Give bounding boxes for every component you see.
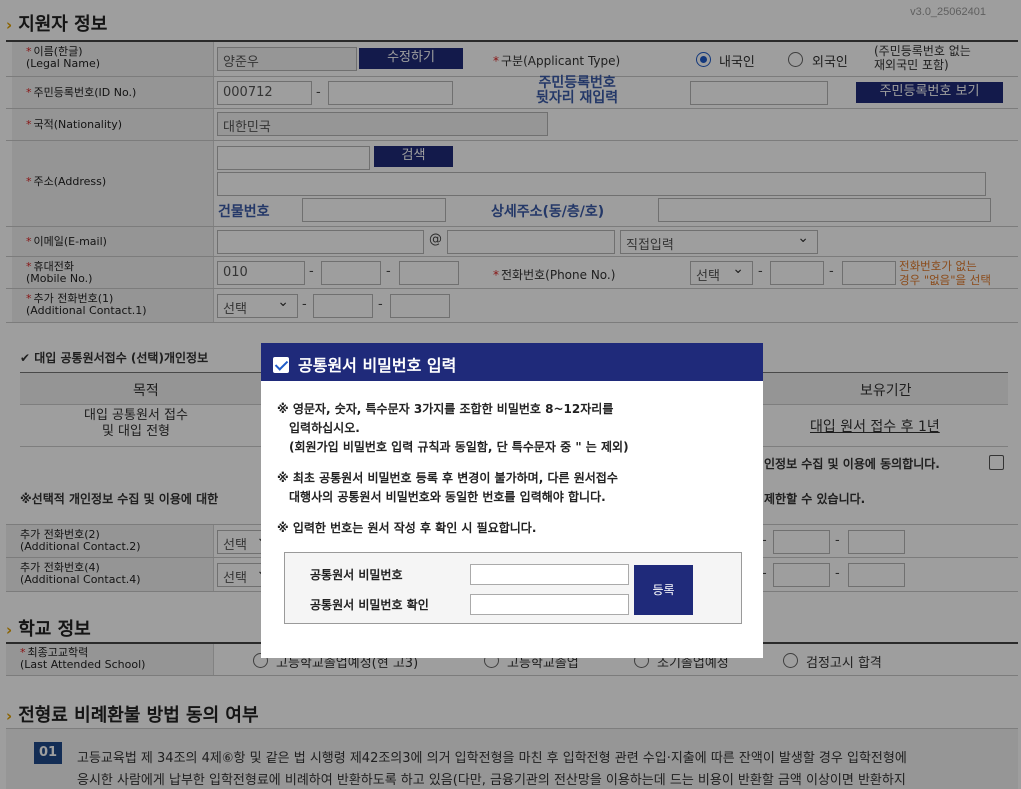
password-modal: 공통원서 비밀번호 입력 ※ 영문자, 숫자, 특수문자 3가지를 조합한 비밀…: [261, 343, 763, 658]
password-confirm-label: 공통원서 비밀번호 확인: [310, 598, 429, 612]
register-button[interactable]: 등록: [634, 565, 693, 615]
password-label: 공통원서 비밀번호: [310, 568, 403, 582]
password-form: 공통원서 비밀번호 공통원서 비밀번호 확인 등록: [284, 552, 742, 624]
password-confirm-input[interactable]: [470, 594, 629, 615]
modal-header: 공통원서 비밀번호 입력: [261, 343, 763, 381]
password-input[interactable]: [470, 564, 629, 585]
check-icon: [273, 357, 289, 373]
modal-title: 공통원서 비밀번호 입력: [298, 356, 457, 375]
modal-rule-1: ※ 영문자, 숫자, 특수문자 3가지를 조합한 비밀번호 8~12자리를 입력하…: [277, 402, 629, 454]
modal-rule-3: ※ 입력한 번호는 원서 작성 후 확인 시 필요합니다.: [277, 521, 537, 535]
modal-rule-2: ※ 최초 공통원서 비밀번호 등록 후 변경이 불가하며, 다른 원서접수 대행사…: [277, 471, 618, 504]
